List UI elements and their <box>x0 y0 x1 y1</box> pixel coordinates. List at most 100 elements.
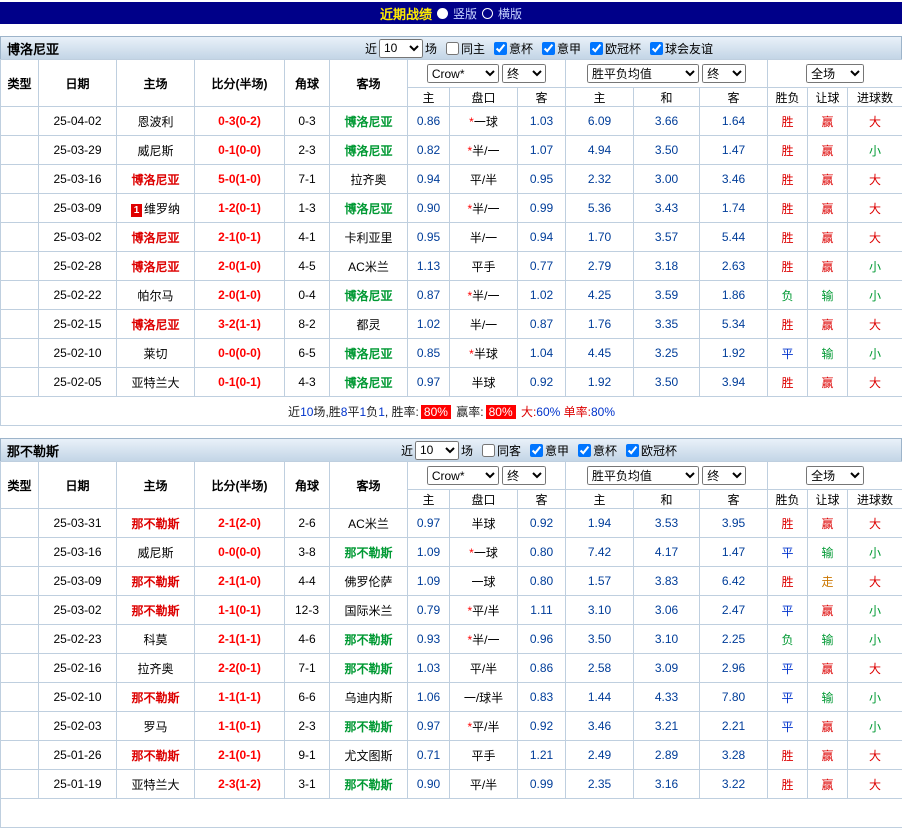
filter-checkbox[interactable] <box>446 42 459 55</box>
filter-0-2[interactable]: 意甲 <box>542 40 581 57</box>
result-handicap: 赢 <box>808 654 848 683</box>
away-team[interactable]: AC米兰 <box>330 509 408 538</box>
filter-1-1[interactable]: 意甲 <box>530 442 569 459</box>
europe-stage-select[interactable]: 终 <box>702 64 746 83</box>
result-handicap: 赢 <box>808 165 848 194</box>
filter-checkbox[interactable] <box>530 444 543 457</box>
home-team[interactable]: 罗马 <box>117 712 195 741</box>
asia-home-odds: 0.97 <box>408 712 450 741</box>
filter-0-4[interactable]: 球会友谊 <box>650 40 713 57</box>
filter-checkbox[interactable] <box>626 444 639 457</box>
away-team[interactable]: 都灵 <box>330 310 408 339</box>
away-team[interactable]: 那不勒斯 <box>330 712 408 741</box>
filter-checkbox[interactable] <box>578 444 591 457</box>
away-team[interactable]: 博洛尼亚 <box>330 368 408 397</box>
away-team[interactable]: 卡利亚里 <box>330 223 408 252</box>
filter-checkbox[interactable] <box>482 444 495 457</box>
result-over-under: 小 <box>848 252 902 281</box>
match-score: 0-0(0-0) <box>195 538 285 567</box>
scope-select[interactable]: 全场 <box>806 466 864 485</box>
recent-count-select[interactable]: 10 <box>415 441 459 460</box>
home-team[interactable]: 那不勒斯 <box>117 741 195 770</box>
home-team[interactable]: 亚特兰大 <box>117 368 195 397</box>
europe-company-select[interactable]: 胜平负均值 <box>587 466 699 485</box>
vertical-layout-label[interactable]: 竖版 <box>453 5 477 22</box>
handicap-star: * <box>469 347 474 361</box>
away-team[interactable]: 博洛尼亚 <box>330 136 408 165</box>
home-team[interactable]: 恩波利 <box>117 107 195 136</box>
recent-count-select[interactable]: 10 <box>379 39 423 58</box>
scope-select[interactable]: 全场 <box>806 64 864 83</box>
asia-handicap: 一/球半 <box>450 683 518 712</box>
europe-draw-odds: 3.09 <box>634 654 700 683</box>
filter-checkbox[interactable] <box>590 42 603 55</box>
match-row: 意甲 25-03-09 那不勒斯 2-1(1-0) 4-4 佛罗伦萨 1.09 … <box>1 567 902 596</box>
home-team[interactable]: 那不勒斯 <box>117 567 195 596</box>
europe-away-odds: 5.34 <box>700 310 768 339</box>
odds-stage-select[interactable]: 终 <box>502 466 546 485</box>
europe-home-odds: 6.09 <box>566 107 634 136</box>
away-team[interactable]: 佛罗伦萨 <box>330 567 408 596</box>
result-over-under: 大 <box>848 770 902 799</box>
col-date: 日期 <box>39 462 117 509</box>
home-team[interactable]: 博洛尼亚 <box>117 165 195 194</box>
filter-1-2[interactable]: 意杯 <box>578 442 617 459</box>
odds-company-select[interactable]: Crow* <box>427 466 499 485</box>
away-team[interactable]: 国际米兰 <box>330 596 408 625</box>
filter-0-1[interactable]: 意杯 <box>494 40 533 57</box>
home-team[interactable]: 1维罗纳 <box>117 194 195 223</box>
recent-label: 近 <box>365 40 377 57</box>
home-team[interactable]: 那不勒斯 <box>117 596 195 625</box>
filter-checkbox[interactable] <box>494 42 507 55</box>
home-team[interactable]: 博洛尼亚 <box>117 223 195 252</box>
away-team[interactable]: 乌迪内斯 <box>330 683 408 712</box>
result-over-under: 大 <box>848 509 902 538</box>
away-team[interactable]: 博洛尼亚 <box>330 107 408 136</box>
horizontal-layout-label[interactable]: 横版 <box>498 5 522 22</box>
home-team[interactable]: 莱切 <box>117 339 195 368</box>
home-team[interactable]: 威尼斯 <box>117 136 195 165</box>
away-team[interactable]: 博洛尼亚 <box>330 339 408 368</box>
result-win-draw-loss: 平 <box>768 654 808 683</box>
filter-checkbox[interactable] <box>542 42 555 55</box>
away-team[interactable]: AC米兰 <box>330 252 408 281</box>
home-team[interactable]: 那不勒斯 <box>117 683 195 712</box>
odds-stage-select[interactable]: 终 <box>502 64 546 83</box>
vertical-layout-radio[interactable] <box>437 8 448 19</box>
asia-handicap: *平/半 <box>450 596 518 625</box>
europe-company-select[interactable]: 胜平负均值 <box>587 64 699 83</box>
away-team[interactable]: 尤文图斯 <box>330 741 408 770</box>
home-team[interactable]: 帕尔马 <box>117 281 195 310</box>
col-wdl: 胜负 <box>768 490 808 509</box>
filter-1-0[interactable]: 同客 <box>482 442 521 459</box>
home-team[interactable]: 拉齐奥 <box>117 654 195 683</box>
europe-away-odds: 1.92 <box>700 339 768 368</box>
away-team[interactable]: 那不勒斯 <box>330 625 408 654</box>
filter-label: 同主 <box>461 40 485 57</box>
filter-checkbox[interactable] <box>650 42 663 55</box>
away-team[interactable]: 那不勒斯 <box>330 654 408 683</box>
home-team[interactable]: 博洛尼亚 <box>117 310 195 339</box>
result-handicap: 赢 <box>808 770 848 799</box>
home-team[interactable]: 亚特兰大 <box>117 770 195 799</box>
filter-1-3[interactable]: 欧冠杯 <box>626 442 677 459</box>
europe-home-odds: 2.58 <box>566 654 634 683</box>
europe-stage-select[interactable]: 终 <box>702 466 746 485</box>
filter-0-3[interactable]: 欧冠杯 <box>590 40 641 57</box>
home-team[interactable]: 博洛尼亚 <box>117 252 195 281</box>
home-team[interactable]: 威尼斯 <box>117 538 195 567</box>
away-team[interactable]: 拉齐奥 <box>330 165 408 194</box>
home-team[interactable]: 科莫 <box>117 625 195 654</box>
filter-0-0[interactable]: 同主 <box>446 40 485 57</box>
horizontal-layout-radio[interactable] <box>482 8 493 19</box>
away-team[interactable]: 那不勒斯 <box>330 770 408 799</box>
asia-home-odds: 0.95 <box>408 223 450 252</box>
result-win-draw-loss: 胜 <box>768 223 808 252</box>
odds-company-select[interactable]: Crow* <box>427 64 499 83</box>
away-team[interactable]: 博洛尼亚 <box>330 281 408 310</box>
match-row: 意杯 25-04-02 恩波利 0-3(0-2) 0-3 博洛尼亚 0.86 *… <box>1 107 902 136</box>
home-team[interactable]: 那不勒斯 <box>117 509 195 538</box>
asia-away-odds: 1.07 <box>518 136 566 165</box>
away-team[interactable]: 博洛尼亚 <box>330 194 408 223</box>
away-team[interactable]: 那不勒斯 <box>330 538 408 567</box>
